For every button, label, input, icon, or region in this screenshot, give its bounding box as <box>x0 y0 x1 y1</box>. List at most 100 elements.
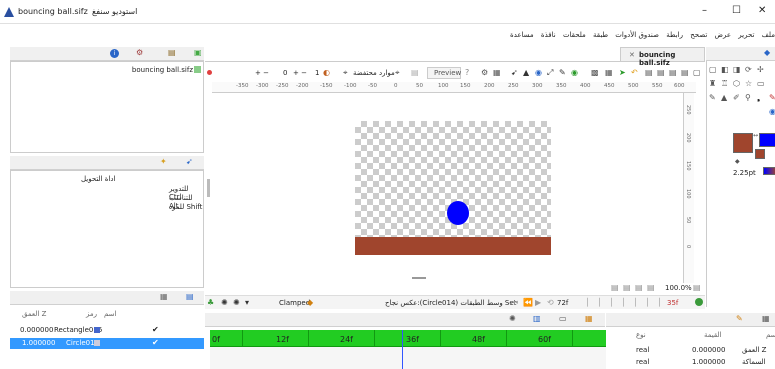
brush-tool-icon[interactable]: ◉ <box>769 107 775 117</box>
current-frame-field[interactable]: 35f <box>667 299 678 307</box>
param-value[interactable]: 0.000000 <box>692 346 725 354</box>
swap-colors-icon[interactable]: ↔ <box>753 131 758 141</box>
bounds-icon[interactable]: ⏐ <box>597 298 602 308</box>
param-value[interactable]: 1.000000 <box>692 358 725 366</box>
zoom-plus-button[interactable]: + − <box>293 69 307 77</box>
timetrack-icon[interactable]: ▦ <box>585 314 593 324</box>
quality-icon[interactable]: ▤ <box>411 68 419 78</box>
bounds-icon-5[interactable]: ⏐ <box>645 298 650 308</box>
zoom-menu-icon[interactable]: ▤ <box>693 283 701 293</box>
help-icon[interactable]: ? <box>465 68 469 78</box>
mirror-tool-icon[interactable]: ✢ <box>757 65 764 75</box>
render-mode-label[interactable]: موارد محتفضة <box>353 69 395 77</box>
rectangle-tool-icon[interactable]: ♖ <box>721 79 728 89</box>
close-button[interactable]: ✕ <box>758 5 766 16</box>
eyedrop-tool-icon[interactable]: ⚲ <box>745 93 751 103</box>
menu-link[interactable]: رابطة <box>666 31 683 39</box>
properties-icon[interactable]: ▤ <box>681 68 689 78</box>
fill-tool-icon[interactable]: ◉ <box>571 68 578 78</box>
smooth-move-tool-icon[interactable]: ◧ <box>721 65 729 75</box>
text-tool-icon[interactable]: ❟ <box>757 93 760 103</box>
menu-help[interactable]: مساعدة <box>510 31 534 39</box>
library-tool-icon[interactable]: ▩ <box>591 68 599 78</box>
canvas-workarea[interactable] <box>212 93 683 283</box>
save-as-icon[interactable]: ▤ <box>657 68 665 78</box>
tab-close-icon[interactable]: ✕ <box>629 51 635 59</box>
circle-tool-icon[interactable]: ♜ <box>709 79 716 89</box>
canvas-browser-icon[interactable]: ▣ <box>194 48 202 58</box>
canvas-scroll-handle[interactable] <box>412 277 426 279</box>
menu-toolbox[interactable]: صندوق الأدوات <box>615 31 659 39</box>
keyframe-lock-icon[interactable]: ✺ <box>221 298 228 308</box>
bounds-icon-2[interactable]: ⏐ <box>609 298 614 308</box>
layers-icon[interactable]: ▤ <box>186 292 194 302</box>
layer-active-checkbox[interactable]: ✔ <box>152 325 159 334</box>
spline-tool-icon[interactable]: ✎ <box>709 93 716 103</box>
animation-mode-icon[interactable]: ♣ <box>207 298 214 308</box>
play-icon[interactable]: ▦ <box>605 68 613 78</box>
timeline[interactable]: 0f 12f 24f 36f 48f 60f <box>210 330 606 369</box>
chevron-down-icon[interactable]: ▾ <box>245 298 249 308</box>
canvas-tab[interactable]: ✕ bouncing ball.sifz <box>620 47 705 67</box>
fill-color-swatch[interactable] <box>759 133 775 147</box>
pointer-icon[interactable]: ➹ <box>186 157 193 167</box>
pointer-tool-icon[interactable]: ➹ <box>511 68 518 78</box>
bounds-icon-4[interactable]: ⏐ <box>633 298 638 308</box>
view-zoom-icon[interactable]: ▤ <box>635 283 643 293</box>
layer-row[interactable]: 0.000000 Rectangle016 ✔ <box>10 325 204 336</box>
library-icon[interactable]: ▤ <box>168 48 176 58</box>
menu-window[interactable]: نافذة <box>541 31 556 39</box>
fill-tool-icon[interactable]: ▲ <box>721 93 727 103</box>
preview-dropdown[interactable]: Preview <box>427 67 461 79</box>
close-canvas-icon[interactable]: ▢ <box>693 68 701 78</box>
toolbox-icon[interactable]: ◆ <box>764 48 770 58</box>
layer-active-checkbox[interactable]: ✔ <box>152 338 159 347</box>
default-color-swatch[interactable] <box>755 149 765 159</box>
prev-icon[interactable]: ↶ <box>631 68 638 78</box>
star-tool-icon[interactable]: ⬡ <box>733 79 740 89</box>
canvas-document[interactable] <box>355 121 551 255</box>
rotate-tool-icon[interactable]: ⟳ <box>745 65 752 75</box>
polygon-tool-icon[interactable]: ☆ <box>745 79 752 89</box>
outline-color-swatch[interactable] <box>733 133 753 153</box>
tool-options-icon[interactable]: ✦ <box>160 157 167 167</box>
zoom-minus-button[interactable]: + − <box>255 69 269 77</box>
settings-icon[interactable]: ⚙ <box>136 48 143 58</box>
export-icon[interactable]: ▤ <box>669 68 677 78</box>
sketch-tool-icon[interactable]: ✎ <box>769 93 775 103</box>
interpolation-dropdown[interactable]: Clamped <box>279 299 310 307</box>
time-cursor[interactable] <box>402 330 403 369</box>
zoom-level[interactable]: 100.0% <box>665 284 692 292</box>
grid-icon[interactable]: ▦ <box>493 68 501 78</box>
reset-colors-icon[interactable]: ◆ <box>735 157 740 167</box>
brush-icon[interactable]: ✎ <box>736 314 743 324</box>
library-panel-icon[interactable]: ▥ <box>533 314 541 324</box>
layers-sets-icon[interactable]: ▦ <box>160 292 168 302</box>
seek-begin-icon[interactable]: ⏮ <box>511 298 518 308</box>
play-forward-icon[interactable]: ▶ <box>535 298 541 308</box>
menu-plugins[interactable]: ملحقات <box>563 31 586 39</box>
menu-layer[interactable]: طبقة <box>593 31 608 39</box>
view-zoom-in-icon[interactable]: ▤ <box>647 283 655 293</box>
bounds-left-icon[interactable]: ⏐ <box>585 298 590 308</box>
blue-ball[interactable] <box>447 201 469 225</box>
gradient-swatch[interactable] <box>763 167 775 175</box>
bounds-icon-6[interactable]: ⏐ <box>657 298 662 308</box>
next-icon[interactable]: ➤ <box>619 68 626 78</box>
view-fit-icon[interactable]: ▤ <box>623 283 631 293</box>
brush-width[interactable]: 2.25pt <box>733 169 756 177</box>
menu-canvas[interactable]: تصحح <box>690 31 707 39</box>
view-grid-icon[interactable]: ▤ <box>611 283 619 293</box>
end-frame-field[interactable]: 72f <box>557 299 568 307</box>
seek-prev-icon[interactable]: ⏪ <box>523 298 533 308</box>
menu-view[interactable]: عرض <box>715 31 732 39</box>
gradient-tool-icon[interactable]: ▭ <box>757 79 765 89</box>
layer-row-selected[interactable]: 1.000000 Circle014 ✔ <box>10 338 204 349</box>
maximize-button[interactable]: ☐ <box>732 5 741 16</box>
bone-tool-icon[interactable]: ✎ <box>559 68 566 78</box>
params-panel-icon[interactable]: ▦ <box>762 314 770 324</box>
draft-icon[interactable]: ⌖ <box>395 68 400 78</box>
info-icon[interactable]: i <box>110 49 119 58</box>
gear-icon[interactable]: ⚙ <box>481 68 488 78</box>
future-onion-value[interactable]: 1 <box>315 69 319 77</box>
